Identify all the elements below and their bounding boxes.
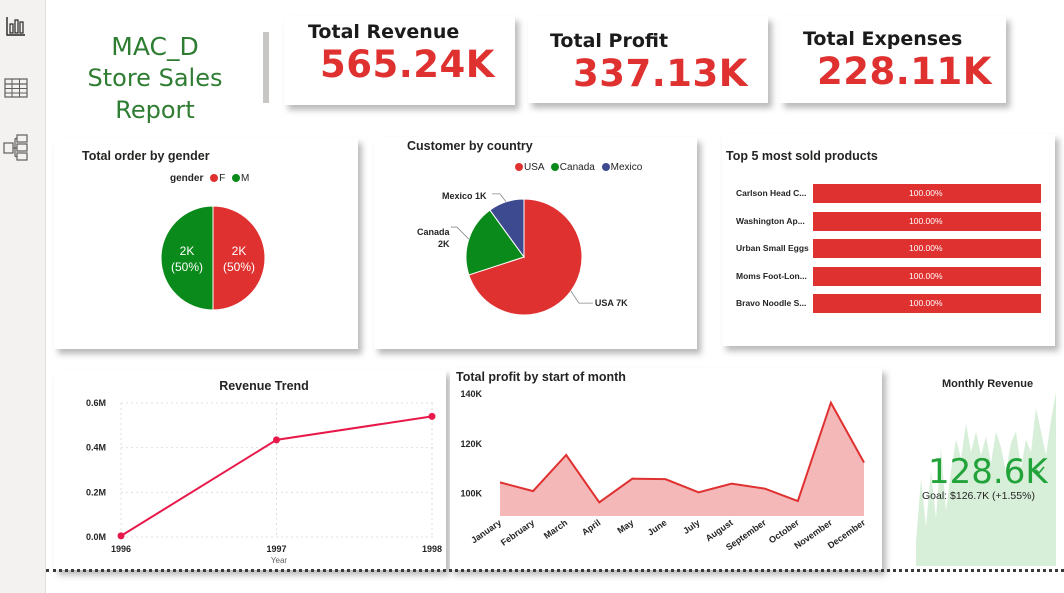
table-view-button[interactable] <box>2 74 30 102</box>
gender-pie-panel[interactable]: Total order by gender gender F M 2K (50%)… <box>54 138 358 349</box>
revenue-trend-point <box>117 532 125 540</box>
profit-chart-title: Total profit by start of month <box>456 370 626 384</box>
product-bar-value: 100.00% <box>909 298 943 308</box>
profit-ytick: 100K <box>460 489 482 499</box>
profit-xtick: May <box>615 517 635 535</box>
mexico-data-label: Mexico 1K <box>442 191 487 201</box>
trend-ytick: 0.6M <box>86 398 106 408</box>
profit-by-month-chart[interactable]: Total profit by start of month 100K 120K 1… <box>450 368 882 570</box>
report-title-line2: Store Sales Report <box>87 64 223 124</box>
monthly-revenue-kpi[interactable]: Monthly Revenue 128.6K Goal: $126.7K (+1… <box>914 370 1060 566</box>
total-revenue-card[interactable]: Total Revenue 565.24K <box>284 16 515 105</box>
report-view-button[interactable] <box>2 12 30 40</box>
top-products-title: Top 5 most sold products <box>726 149 878 163</box>
mexico-leader-line <box>492 193 507 203</box>
profit-xtick: February <box>499 517 536 547</box>
title-divider <box>263 32 269 103</box>
profit-area-fill <box>500 402 864 516</box>
gender-pie-chart[interactable]: 2K (50%) 2K (50%) <box>54 138 358 349</box>
total-profit-value: 337.13K <box>573 52 748 95</box>
page-bottom-divider <box>46 569 1064 572</box>
total-revenue-value: 565.24K <box>320 43 495 86</box>
country-pie-chart[interactable]: USA 7K Canada 2K Mexico 1K <box>374 137 697 349</box>
usa-leader-line <box>570 290 593 304</box>
monthly-revenue-goal: Goal: $126.7K (+1.55%) <box>922 490 1035 502</box>
profit-by-month-panel[interactable]: Total profit by start of month 100K 120K 1… <box>450 368 882 570</box>
report-title: MAC_D Store Sales Report <box>48 32 262 124</box>
product-bar-value: 100.00% <box>909 270 943 281</box>
check-icon <box>1035 466 1045 475</box>
total-expenses-card[interactable]: Total Expenses 228.11K <box>780 16 1006 103</box>
top-products-panel[interactable]: Top 5 most sold products Carlson Head C.… <box>722 134 1055 346</box>
view-switcher-rail <box>0 0 46 593</box>
product-bar-row[interactable]: Urban Small Eggs 100.00% <box>722 239 1052 259</box>
monthly-revenue-title: Monthly Revenue <box>942 378 1034 390</box>
profit-xtick: December <box>826 517 868 550</box>
canada-data-label: Canada <box>417 227 451 237</box>
profit-ytick: 140K <box>460 389 482 399</box>
product-name: Bravo Noodle S... <box>736 298 807 308</box>
gender-slice-pct-0: (50%) <box>223 260 255 274</box>
total-expenses-value: 228.11K <box>817 50 992 93</box>
profit-xtick: January <box>469 517 503 545</box>
product-bar-value: 100.00% <box>909 215 943 226</box>
revenue-trend-chart[interactable]: Revenue Trend Year 0.0M 0.2M 0.4M 0.6M 1996 1… <box>54 370 446 570</box>
table-icon <box>4 78 28 98</box>
model-view-button[interactable] <box>2 134 30 162</box>
total-profit-card[interactable]: Total Profit 337.13K <box>528 16 768 103</box>
product-bar-row[interactable]: Washington Ap... 100.00% <box>722 211 1052 232</box>
gender-slice-m <box>160 205 214 311</box>
revenue-trend-xlabel: Year <box>271 556 288 565</box>
report-title-line1: MAC_D <box>111 32 199 61</box>
product-bar-value: 100.00% <box>909 188 943 198</box>
revenue-trend-panel[interactable]: Revenue Trend Year 0.0M 0.2M 0.4M 0.6M 1996 1… <box>54 370 446 570</box>
trend-ytick: 0.2M <box>86 487 106 497</box>
trend-xtick: 1997 <box>266 544 286 554</box>
total-expenses-label: Total Expenses <box>803 28 963 50</box>
product-name: Moms Foot-Lon... <box>736 270 807 281</box>
profit-xtick: April <box>580 517 603 537</box>
canada-data-label-value: 2K <box>438 239 450 249</box>
trend-ytick: 0.4M <box>86 443 106 453</box>
total-profit-label: Total Profit <box>550 30 669 52</box>
trend-xtick: 1998 <box>422 544 442 554</box>
product-bar-value: 100.00% <box>909 243 943 253</box>
trend-ytick: 0.0M <box>86 532 106 542</box>
gender-slice-pct-1: (50%) <box>171 260 203 274</box>
gender-slice-f <box>212 205 266 311</box>
revenue-trend-title: Revenue Trend <box>219 379 309 393</box>
product-name: Urban Small Eggs <box>736 243 809 253</box>
profit-xtick: March <box>542 517 569 540</box>
revenue-trend-point <box>428 412 436 420</box>
product-bar-row[interactable]: Carlson Head C... 100.00% <box>722 184 1052 204</box>
report-canvas: MAC_D Store Sales Report Total Revenue 5… <box>0 0 1064 593</box>
gender-slice-label-1: 2K <box>180 244 195 258</box>
canada-leader-line <box>450 226 470 240</box>
usa-data-label: USA 7K <box>595 298 628 308</box>
country-pie-panel[interactable]: Customer by country USA Canada Mexico US… <box>374 137 697 349</box>
product-name: Washington Ap... <box>736 215 805 226</box>
monthly-revenue-value: 128.6K <box>928 452 1048 492</box>
profit-xtick: July <box>681 517 701 536</box>
product-name: Carlson Head C... <box>736 188 807 198</box>
bar-chart-icon <box>6 17 25 36</box>
profit-xtick: June <box>646 517 669 537</box>
model-icon <box>3 134 28 161</box>
total-revenue-label: Total Revenue <box>308 21 460 43</box>
gender-slice-label-0: 2K <box>232 244 247 258</box>
profit-ytick: 120K <box>460 439 482 449</box>
product-bar-row[interactable]: Moms Foot-Lon... 100.00% <box>722 266 1052 287</box>
trend-xtick: 1996 <box>111 544 131 554</box>
revenue-trend-point <box>273 436 280 444</box>
product-bar-row[interactable]: Bravo Noodle S... 100.00% <box>722 294 1052 314</box>
